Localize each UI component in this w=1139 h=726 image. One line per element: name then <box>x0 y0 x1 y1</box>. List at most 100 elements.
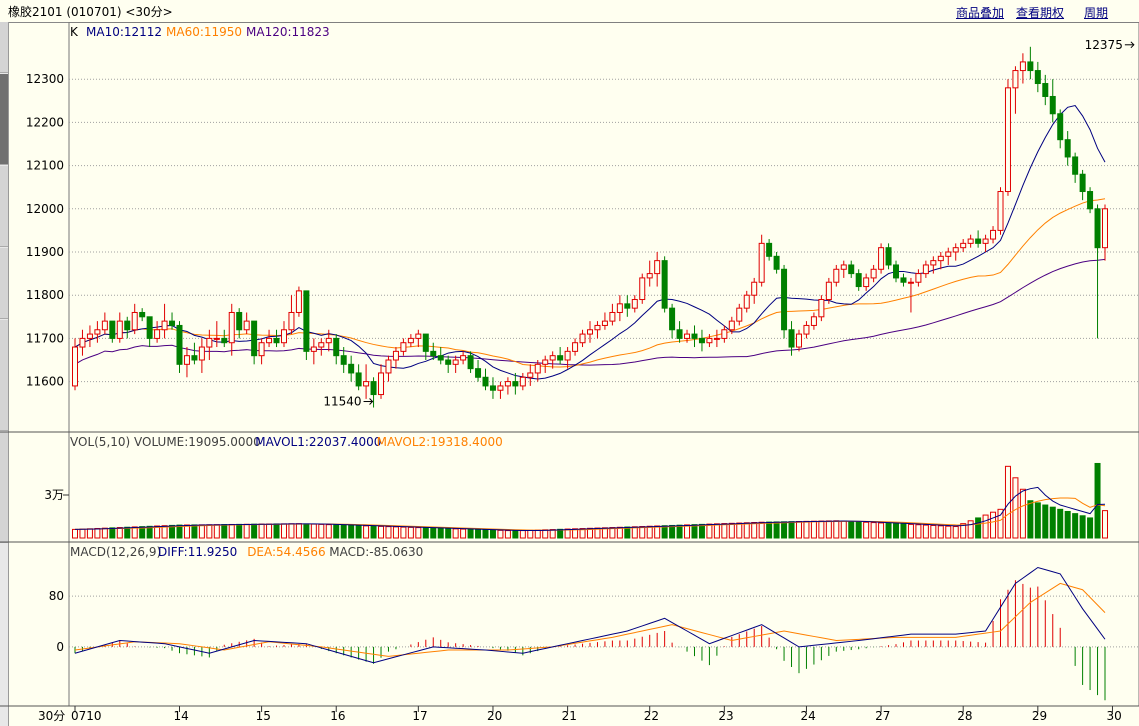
candle-body <box>676 329 683 339</box>
candle-body <box>1042 83 1049 97</box>
volume-bar <box>758 521 765 539</box>
volume-bar <box>325 524 332 539</box>
candle-body <box>266 337 273 344</box>
volume-bar <box>258 523 265 539</box>
volume-bar <box>340 524 347 539</box>
candle-body <box>833 268 840 283</box>
volume-bar <box>952 526 959 539</box>
candle-body <box>960 242 967 249</box>
volume-bar <box>646 525 653 539</box>
volume-bar <box>333 524 340 539</box>
volume-legend-item: MAVOL1:22037.4000 <box>255 435 381 449</box>
volume-bar <box>206 524 213 539</box>
candle-body <box>72 346 78 387</box>
candle-body <box>460 355 467 361</box>
volume-bar <box>878 522 885 539</box>
candle-body <box>885 247 892 266</box>
candle-body <box>840 264 847 270</box>
volume-bar <box>497 529 504 539</box>
price-legend-item: MA60:11950 <box>166 25 242 39</box>
candle-body <box>706 337 713 344</box>
volume-bar <box>72 528 78 539</box>
candle-body <box>758 242 765 283</box>
candle-body <box>878 247 885 270</box>
price-tick-label: 11800 <box>26 288 64 302</box>
candle-body <box>86 333 93 339</box>
volume-bar <box>990 511 997 539</box>
candle-body <box>1094 208 1101 249</box>
candle-body <box>258 342 265 357</box>
volume-bar <box>385 526 392 539</box>
candle-body <box>161 320 168 331</box>
volume-bar <box>504 530 511 539</box>
candle-body <box>1004 87 1011 193</box>
volume-bar <box>228 523 235 539</box>
candle-body <box>482 376 489 387</box>
candle-body <box>549 355 556 361</box>
volume-bar <box>691 524 698 539</box>
x-axis-tick-label: 15 <box>256 709 271 723</box>
candle-body <box>669 307 676 331</box>
volume-bar <box>542 529 549 539</box>
candle-body <box>94 329 101 335</box>
volume-bar <box>676 524 683 539</box>
volume-bar <box>452 528 459 539</box>
candle-body <box>333 337 340 357</box>
volume-bar <box>810 520 817 539</box>
volume-bar <box>489 529 496 539</box>
volume-bar <box>400 526 407 539</box>
candle-body <box>616 303 623 313</box>
volume-bar <box>273 523 280 539</box>
volume-bar <box>751 522 758 539</box>
candle-body <box>378 372 385 396</box>
candle-body <box>1027 61 1034 72</box>
candle-body <box>870 268 877 279</box>
candle-body <box>654 260 661 275</box>
overlay-commodity-link[interactable]: 商品叠加 <box>956 4 1004 21</box>
volume-bar <box>967 520 974 539</box>
volume-bar <box>825 520 832 539</box>
volume-bar <box>482 529 489 539</box>
volume-bar <box>415 527 422 539</box>
price-extreme-label: 11540 <box>323 395 361 409</box>
candle-body <box>698 337 705 344</box>
candle-body <box>169 320 176 326</box>
volume-bar <box>684 524 691 539</box>
volume-bar <box>863 521 870 539</box>
candle-body <box>691 333 698 339</box>
volume-bar <box>1094 462 1101 539</box>
volume-bar <box>355 525 362 539</box>
volume-bar <box>1102 510 1108 539</box>
volume-bar <box>318 523 325 539</box>
candle-body <box>534 363 541 374</box>
view-options-link[interactable]: 查看期权 <box>1016 4 1064 21</box>
volume-bar <box>661 525 668 539</box>
volume-bar <box>422 527 429 539</box>
x-axis-tick-label: 24 <box>800 709 815 723</box>
volume-bar <box>236 523 243 539</box>
chart-canvas[interactable]: 11600 11700 11800 11900 12000 12100 12200 12300… <box>0 22 1139 726</box>
candle-body <box>624 303 631 309</box>
x-axis-tick-label: 21 <box>562 709 577 723</box>
volume-bar <box>101 527 108 539</box>
macd-legend-item: DIFF:11.9250 <box>158 545 237 559</box>
volume-bar <box>870 522 877 539</box>
candle-body <box>1019 61 1026 72</box>
candle-body <box>303 290 310 352</box>
volume-bar <box>251 523 258 539</box>
period-link[interactable]: 周期 <box>1084 4 1108 21</box>
volume-bar <box>654 525 661 539</box>
candle-body <box>863 277 870 288</box>
volume-bar <box>997 508 1004 539</box>
candle-body <box>1102 208 1108 249</box>
diff-line <box>74 566 1106 664</box>
candle-body <box>557 355 564 361</box>
volume-bar <box>183 524 190 539</box>
x-axis-period-label: 30分 <box>38 709 65 723</box>
candle-body <box>146 316 153 339</box>
x-axis-tick-label: 23 <box>718 709 733 723</box>
volume-bar <box>213 524 220 539</box>
candle-body <box>1087 191 1094 210</box>
candle-body <box>907 281 914 284</box>
volume-bar <box>1034 502 1041 539</box>
